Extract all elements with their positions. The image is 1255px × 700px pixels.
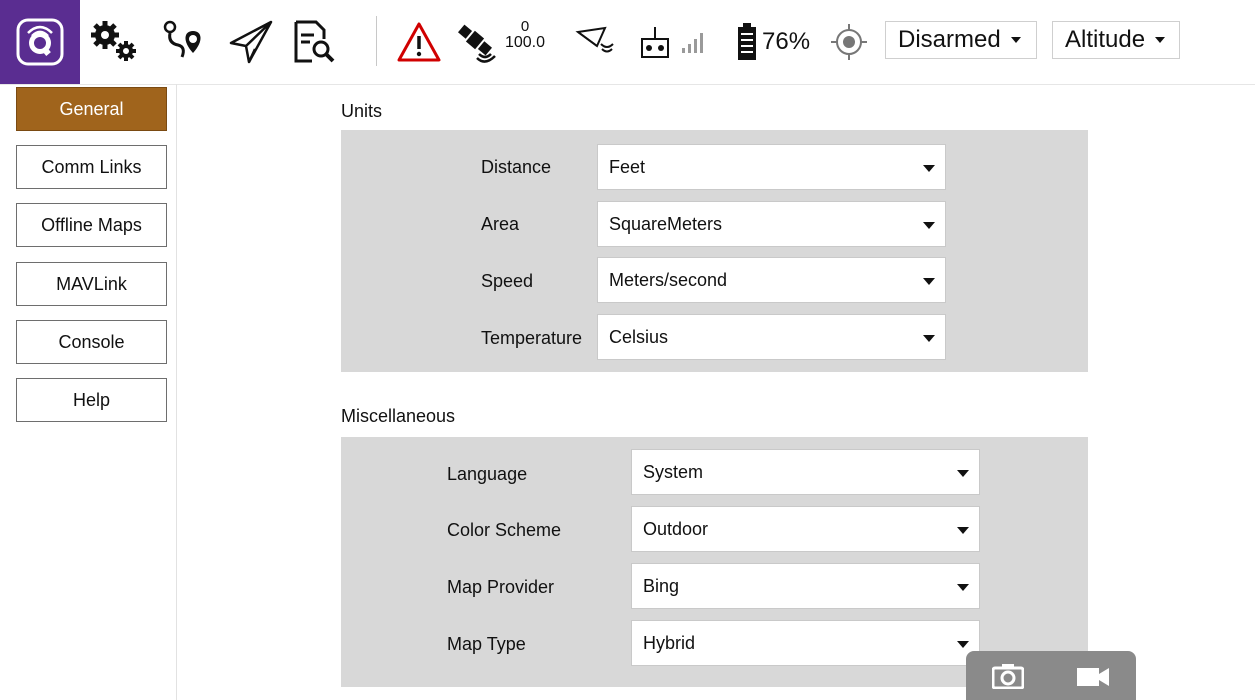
chevron-down-icon <box>923 222 935 229</box>
distance-select[interactable]: Feet <box>597 144 946 190</box>
speed-label: Speed <box>481 271 534 291</box>
chevron-down-icon <box>1155 37 1166 43</box>
units-panel: Distance Feet Area SquareMeters Speed Me… <box>341 130 1088 372</box>
temperature-label: Temperature <box>481 328 583 348</box>
area-value: SquareMeters <box>609 213 723 234</box>
toolbar-separator <box>376 16 377 66</box>
gps-satellite-count: 0 <box>520 18 530 35</box>
vehicle-setup-gears-icon[interactable] <box>89 20 139 64</box>
language-select[interactable]: System <box>631 449 980 495</box>
telemetry-rssi-icon[interactable] <box>575 20 615 64</box>
video-camera-icon[interactable] <box>1076 666 1110 693</box>
sidebar-item-label: MAVLink <box>56 273 127 294</box>
fly-view-icon[interactable] <box>228 20 274 64</box>
chevron-down-icon <box>957 584 969 591</box>
chevron-down-icon <box>923 278 935 285</box>
arm-state-label: Disarmed <box>898 26 1001 53</box>
flight-mode-dropdown[interactable]: Altitude <box>1052 21 1180 59</box>
sidebar-item-comm-links[interactable]: Comm Links <box>16 145 167 189</box>
temperature-select[interactable]: Celsius <box>597 314 946 360</box>
gps-hdop: 100.0 <box>504 34 546 51</box>
rc-transmitter-icon[interactable] <box>640 20 670 64</box>
chevron-down-icon <box>957 527 969 534</box>
temperature-value: Celsius <box>609 326 669 347</box>
battery-icon[interactable] <box>735 20 759 64</box>
chevron-down-icon <box>923 165 935 172</box>
crosshair-icon[interactable] <box>830 20 868 64</box>
map-type-value: Hybrid <box>643 632 696 653</box>
speed-select[interactable]: Meters/second <box>597 257 946 303</box>
map-type-label: Map Type <box>447 634 526 654</box>
sidebar-item-label: Offline Maps <box>41 214 142 235</box>
camera-controls-overlay <box>966 651 1136 700</box>
gps-satellite-icon[interactable] <box>455 20 497 64</box>
battery-percent: 76% <box>762 28 811 55</box>
sidebar-item-label: Help <box>72 389 111 410</box>
chevron-down-icon <box>923 335 935 342</box>
language-value: System <box>643 461 704 482</box>
settings-sidebar: General Comm Links Offline Maps MAVLink … <box>0 84 177 700</box>
misc-section-title: Miscellaneous <box>341 406 456 426</box>
map-provider-label: Map Provider <box>447 577 555 597</box>
sidebar-item-mavlink[interactable]: MAVLink <box>16 262 167 306</box>
sidebar-item-offline-maps[interactable]: Offline Maps <box>16 203 167 247</box>
chevron-down-icon <box>1010 37 1021 43</box>
gps-status: 0 100.0 <box>500 19 550 51</box>
chevron-down-icon <box>957 641 969 648</box>
flight-mode-label: Altitude <box>1065 26 1146 53</box>
sidebar-item-label: General <box>59 98 124 119</box>
sidebar-item-general[interactable]: General <box>16 87 167 131</box>
analyze-document-icon[interactable] <box>290 20 336 64</box>
top-toolbar: 0 100.0 76% Disarmed Altitude <box>0 0 1255 85</box>
qgc-logo-icon <box>16 18 64 66</box>
units-section-title: Units <box>341 101 383 121</box>
chevron-down-icon <box>957 470 969 477</box>
color-scheme-select[interactable]: Outdoor <box>631 506 980 552</box>
plan-route-icon[interactable] <box>160 20 210 64</box>
arm-state-dropdown[interactable]: Disarmed <box>885 21 1037 59</box>
sidebar-item-help[interactable]: Help <box>16 378 167 422</box>
area-label: Area <box>481 214 520 234</box>
distance-label: Distance <box>481 157 552 177</box>
color-scheme-label: Color Scheme <box>447 520 562 540</box>
sidebar-item-label: Comm Links <box>41 156 142 177</box>
language-label: Language <box>447 464 528 484</box>
distance-value: Feet <box>609 156 646 177</box>
sidebar-item-console[interactable]: Console <box>16 320 167 364</box>
map-provider-select[interactable]: Bing <box>631 563 980 609</box>
map-provider-value: Bing <box>643 575 680 596</box>
area-select[interactable]: SquareMeters <box>597 201 946 247</box>
map-type-select[interactable]: Hybrid <box>631 620 980 666</box>
color-scheme-value: Outdoor <box>643 518 709 539</box>
misc-panel: Language System Color Scheme Outdoor Map… <box>341 437 1088 687</box>
sidebar-item-label: Console <box>58 331 125 352</box>
speed-value: Meters/second <box>609 269 728 290</box>
warning-icon[interactable] <box>397 20 441 64</box>
app-logo-button[interactable] <box>0 0 80 84</box>
rc-signal-bars-icon <box>681 20 707 64</box>
photo-camera-icon[interactable] <box>991 663 1025 694</box>
